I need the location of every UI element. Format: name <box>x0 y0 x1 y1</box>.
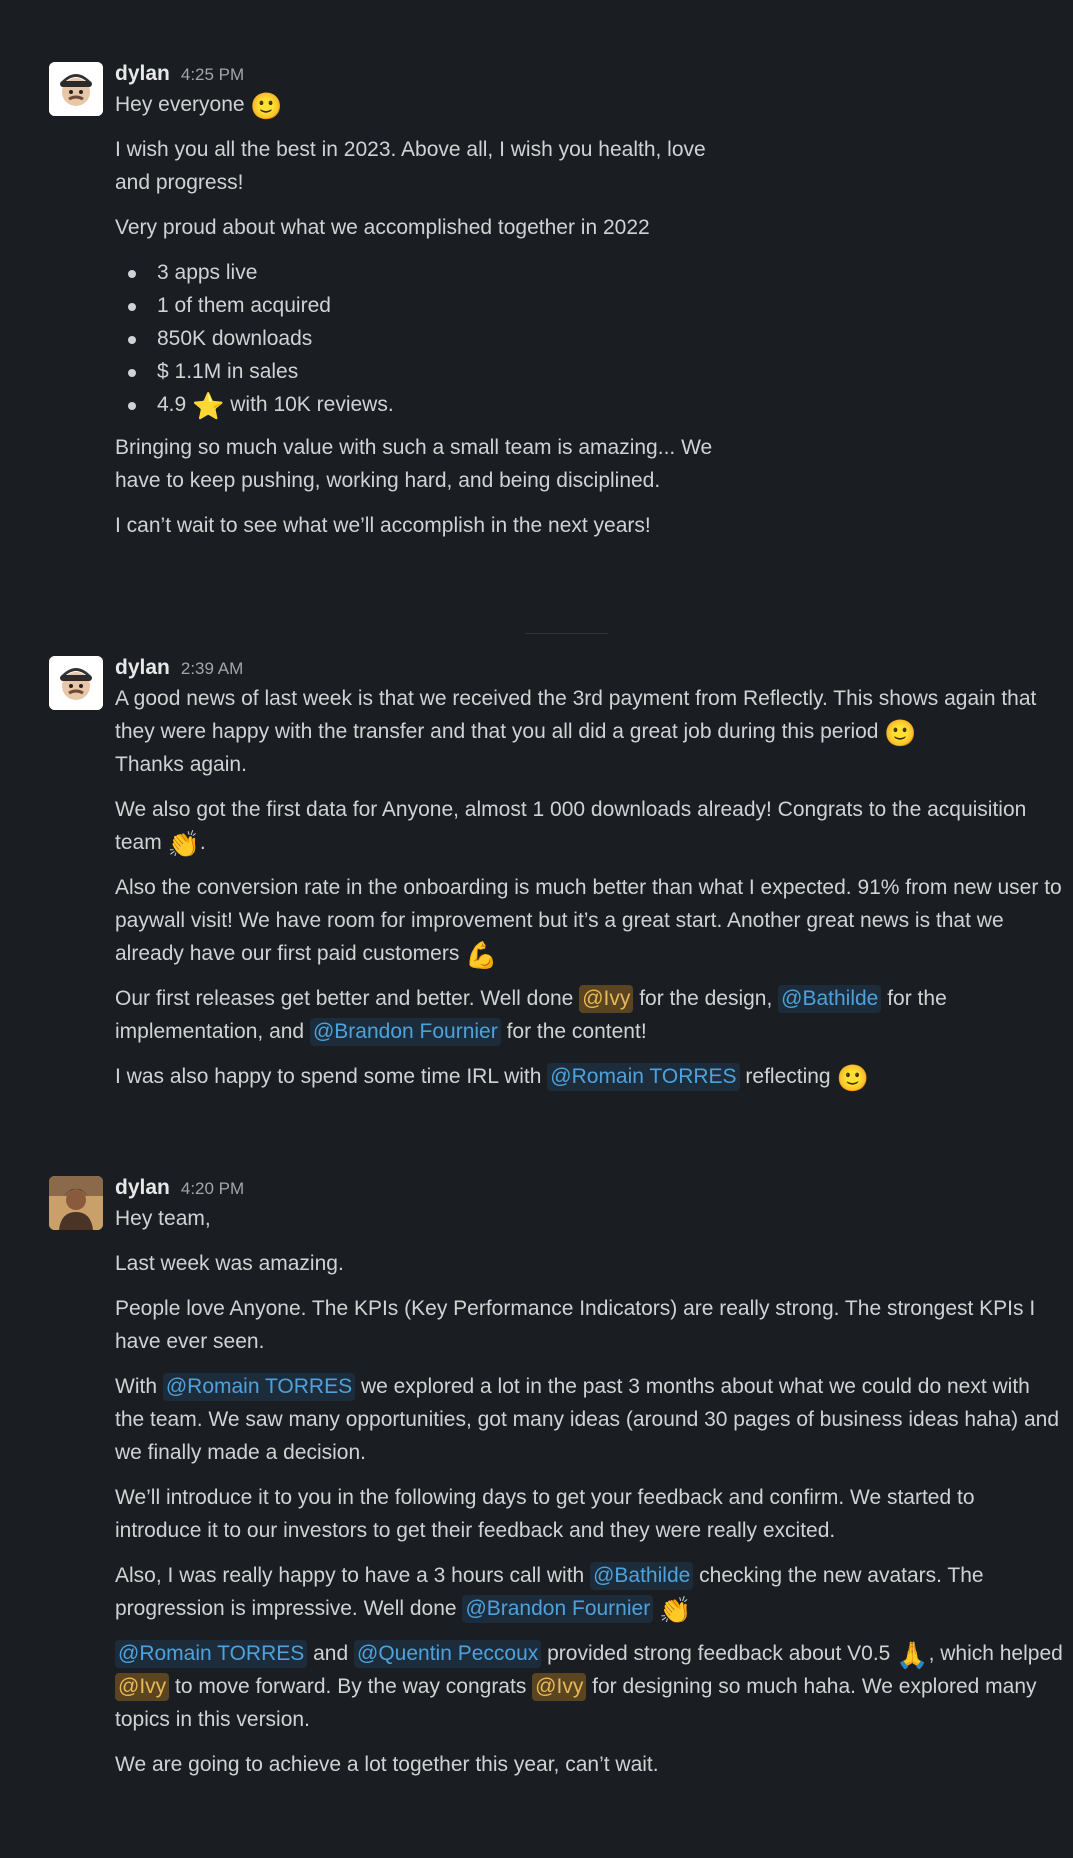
mention-romain-torres[interactable]: @Romain TORRES <box>115 1640 308 1668</box>
timestamp[interactable]: 4:20 PM <box>181 1179 244 1199</box>
message-paragraph: Also the conversion rate in the onboardi… <box>115 876 1062 970</box>
message-paragraph: With @Romain TORRES we explored a lot in… <box>115 1373 1060 1464</box>
message-paragraph: We’ll introduce it to you in the followi… <box>115 1486 975 1542</box>
list-item: 850K downloads <box>128 322 1063 355</box>
mention-bathilde[interactable]: @Bathilde <box>590 1562 694 1590</box>
avatar[interactable] <box>49 1176 103 1230</box>
clap-emoji-icon: 👏 <box>659 1595 692 1625</box>
avatar[interactable] <box>49 62 103 116</box>
mention-ivy[interactable]: @Ivy <box>115 1673 170 1701</box>
author-name[interactable]: dylan <box>115 62 170 86</box>
message-text: Very proud about what we accomplished to… <box>115 216 650 239</box>
message-feed: dylan 4:25 PM Hey everyone 🙂 I wish you … <box>0 0 1073 1858</box>
list-item: 3 apps live <box>128 256 1063 289</box>
divider <box>525 633 608 634</box>
bullet-list: 3 apps live 1 of them acquired 850K down… <box>115 256 1063 421</box>
smile-emoji-icon: 🙂 <box>884 718 917 748</box>
message-text: Bringing so much value with such a small… <box>115 436 713 492</box>
message-text: I wish you all the best in 2023. Above a… <box>115 138 706 194</box>
message-paragraph: We are going to achieve a lot together t… <box>115 1753 659 1776</box>
mention-ivy[interactable]: @Ivy <box>532 1673 587 1701</box>
mention-romain-torres[interactable]: @Romain TORRES <box>162 1373 356 1401</box>
pray-emoji-icon: 🙏 <box>896 1640 929 1670</box>
message-paragraph: A good news of last week is that we rece… <box>115 687 1037 776</box>
message-paragraph: Our first releases get better and better… <box>115 982 1063 1048</box>
message-paragraph: Last week was amazing. <box>115 1252 344 1275</box>
mention-brandon-fournier[interactable]: @Brandon Fournier <box>309 1018 501 1046</box>
smile-emoji-icon: 🙂 <box>250 91 283 121</box>
timestamp[interactable]: 2:39 AM <box>181 659 243 679</box>
message-paragraph: We also got the first data for Anyone, a… <box>115 798 1027 859</box>
message-paragraph: I was also happy to spend some time IRL … <box>115 1063 869 1093</box>
avatar[interactable] <box>49 656 103 710</box>
author-name[interactable]: dylan <box>115 656 170 680</box>
muscle-emoji-icon: 💪 <box>465 940 498 970</box>
mention-romain-torres[interactable]: @Romain TORRES <box>547 1063 740 1091</box>
message-text: Hey everyone <box>115 93 245 116</box>
message-text: I can’t wait to see what we’ll accomplis… <box>115 514 651 537</box>
author-name[interactable]: dylan <box>115 1176 170 1200</box>
message-paragraph: Hey team, <box>115 1207 211 1230</box>
mention-ivy[interactable]: @Ivy <box>579 985 634 1013</box>
clap-emoji-icon: 👏 <box>167 829 200 859</box>
message-paragraph: Also, I was really happy to have a 3 hou… <box>115 1562 984 1625</box>
mention-quentin-peccoux[interactable]: @Quentin Peccoux <box>354 1640 542 1668</box>
mention-brandon-fournier[interactable]: @Brandon Fournier <box>462 1595 654 1623</box>
list-item: $ 1.1M in sales <box>128 355 1063 388</box>
message-paragraph: People love Anyone. The KPIs (Key Perfor… <box>115 1297 1036 1353</box>
timestamp[interactable]: 4:25 PM <box>181 65 244 85</box>
smile-emoji-icon: 🙂 <box>836 1063 869 1093</box>
star-emoji-icon: ⭐ <box>192 391 225 421</box>
mention-bathilde[interactable]: @Bathilde <box>778 985 882 1013</box>
list-item: 1 of them acquired <box>128 289 1063 322</box>
message-paragraph: @Romain TORRES and @Quentin Peccoux prov… <box>115 1640 1063 1731</box>
list-item: 4.9 ⭐ with 10K reviews. <box>128 388 1063 421</box>
